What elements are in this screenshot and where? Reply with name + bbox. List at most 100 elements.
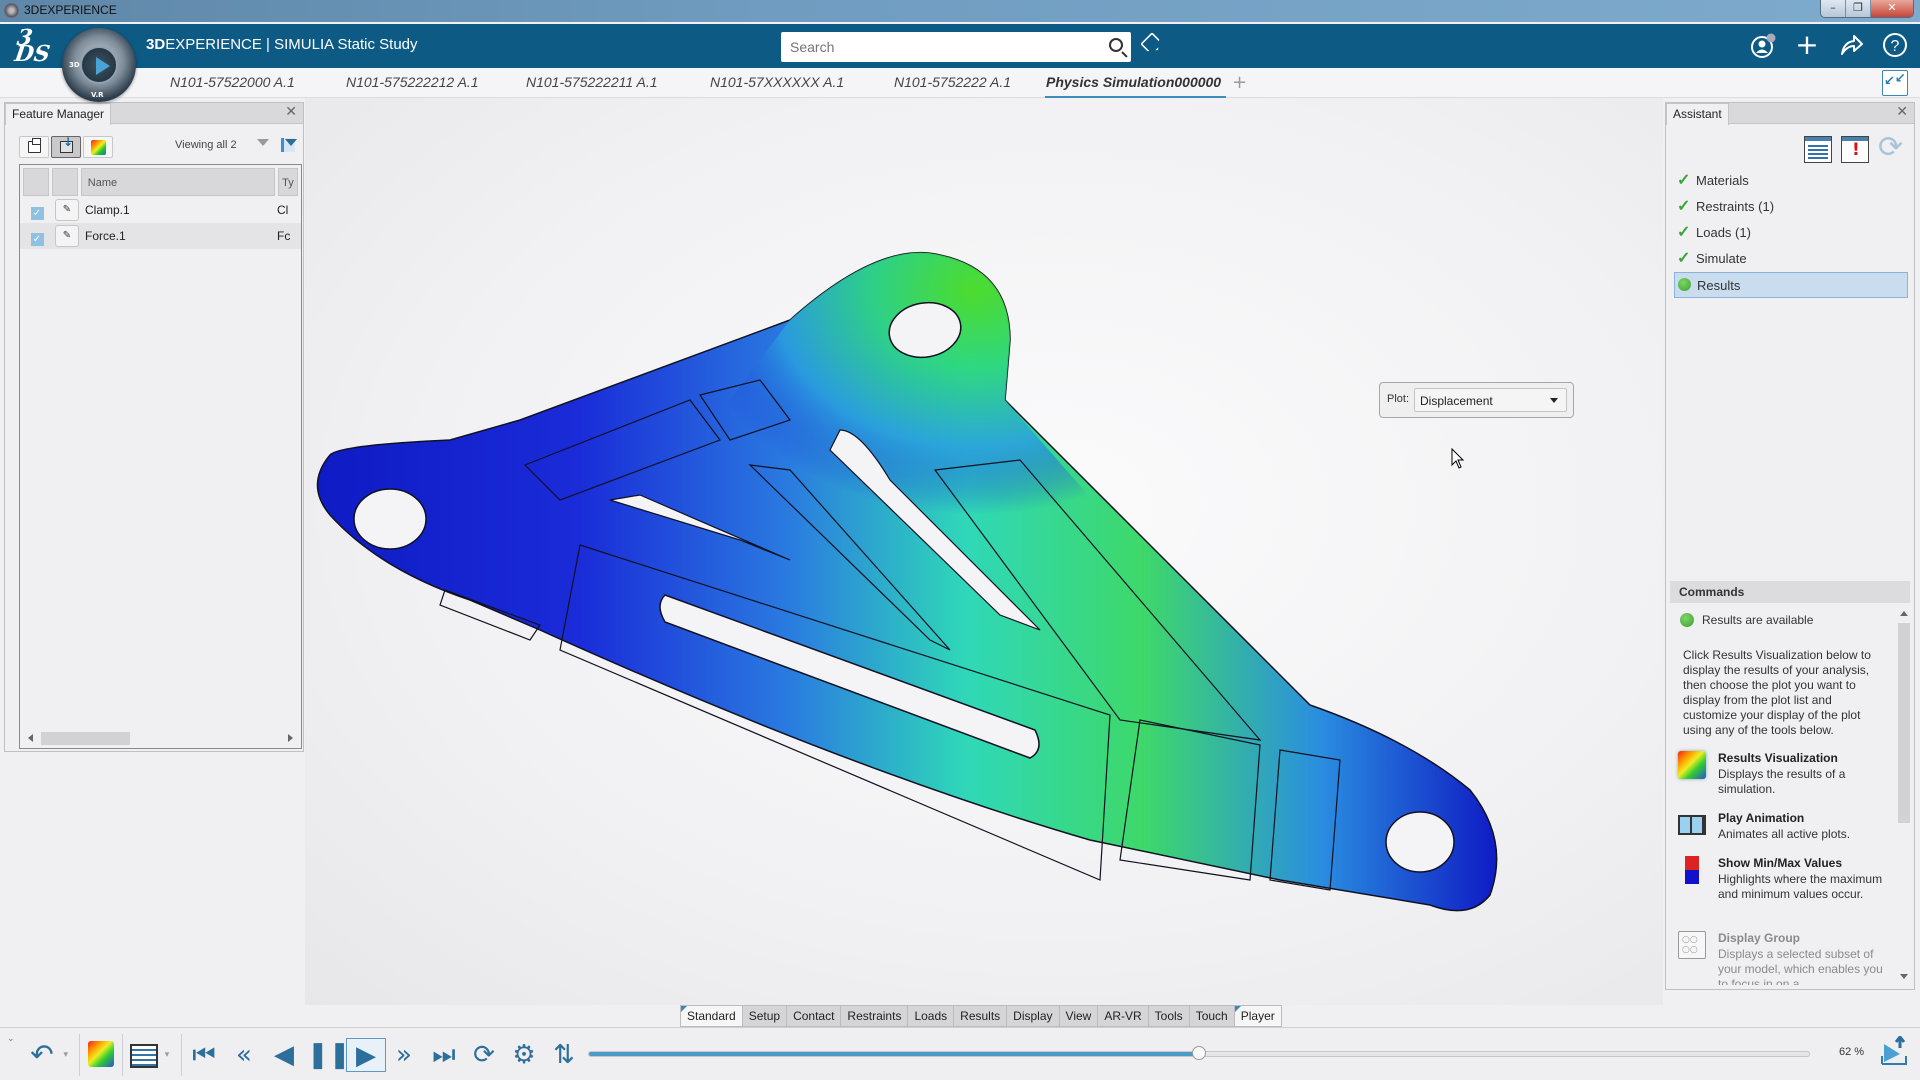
plot-label: Plot: (1387, 393, 1410, 405)
horizontal-scrollbar[interactable] (20, 730, 301, 748)
tab-touch[interactable]: Touch (1188, 1005, 1234, 1027)
tab-view[interactable]: View (1058, 1005, 1098, 1027)
tab-document[interactable]: N101-57522000 A.1 (170, 74, 295, 90)
dropdown-caret-icon[interactable]: ▾ (160, 1038, 174, 1072)
export-icon[interactable] (1880, 1034, 1908, 1066)
close-icon[interactable]: ✕ (1896, 104, 1908, 120)
collapse-view-button[interactable] (1882, 70, 1908, 96)
column-header-name[interactable]: Name (80, 168, 276, 196)
add-icon[interactable]: + (1793, 31, 1821, 59)
step-restraints[interactable]: ✓ Restraints (1) (1674, 194, 1908, 220)
close-window-button[interactable]: ✕ (1871, 0, 1913, 17)
tab-player[interactable]: Player (1233, 1005, 1282, 1027)
alert-icon[interactable] (1841, 136, 1869, 163)
compass-center[interactable] (80, 46, 118, 84)
tab-document[interactable]: N101-5752222 A.1 (894, 74, 1011, 90)
refresh-icon[interactable] (1878, 130, 1906, 165)
edit-button[interactable]: ✎ (55, 225, 79, 247)
plot-dropdown[interactable]: Displacement (1414, 388, 1567, 412)
compass-widget[interactable]: 3D V.R (62, 28, 136, 102)
help-icon[interactable]: ? (1881, 32, 1909, 65)
vertical-scrollbar[interactable] (1898, 607, 1910, 985)
step-back-button[interactable]: ◀ (268, 1038, 300, 1072)
column-header-edit[interactable] (51, 168, 78, 196)
scroll-left-icon[interactable] (28, 734, 33, 742)
active-filter-icon[interactable] (281, 138, 297, 152)
fixture-view-button[interactable] (51, 135, 81, 158)
row-checkbox[interactable]: ✓ (23, 227, 51, 246)
results-view-button[interactable] (83, 136, 113, 158)
add-tab-button[interactable]: + (1232, 72, 1247, 93)
skip-to-end-button[interactable]: ⏭ (428, 1038, 460, 1072)
tag-icon[interactable] (1140, 32, 1164, 56)
loop-button[interactable]: ⟳ (468, 1038, 500, 1072)
tab-document[interactable]: N101-575222211 A.1 (526, 74, 658, 90)
chevron-down-icon[interactable]: ⌄ (7, 1034, 15, 1044)
close-icon[interactable]: ✕ (285, 104, 297, 120)
tab-tools[interactable]: Tools (1147, 1005, 1189, 1027)
column-header-check[interactable] (23, 168, 49, 196)
scroll-right-icon[interactable] (288, 734, 293, 742)
table-row[interactable]: ✓ ✎ Force.1 Fc (20, 223, 301, 249)
scrollbar-thumb[interactable] (1898, 623, 1910, 823)
tab-physics-simulation[interactable]: Physics Simulation000000 (1044, 74, 1227, 99)
bracket-model[interactable] (305, 98, 1663, 1005)
step-loads[interactable]: ✓ Loads (1) (1674, 220, 1908, 246)
scroll-down-icon[interactable] (1900, 974, 1908, 979)
step-materials[interactable]: ✓ Materials (1674, 168, 1908, 194)
tab-loads[interactable]: Loads (907, 1005, 954, 1027)
tab-standard[interactable]: Standard (680, 1005, 742, 1027)
ds-logo-icon[interactable]: 3 DS (13, 25, 53, 67)
fast-forward-button[interactable]: » (388, 1038, 420, 1072)
3d-viewport[interactable] (305, 98, 1663, 1005)
document-tabs: N101-57522000 A.1 N101-575222212 A.1 N10… (0, 68, 1920, 99)
tab-contact[interactable]: Contact (786, 1005, 841, 1027)
scroll-up-icon[interactable] (1900, 611, 1908, 616)
compass-3d-label[interactable]: 3D (69, 61, 80, 69)
edit-button[interactable]: ✎ (55, 199, 79, 221)
commands-list: Results are available Click Results Visu… (1670, 603, 1890, 985)
tab-results[interactable]: Results (953, 1005, 1007, 1027)
status-dot-icon (1680, 613, 1694, 627)
assistant-tab[interactable]: Assistant (1666, 103, 1729, 125)
feature-manager-toolbar (19, 135, 113, 158)
rewind-button[interactable]: « (228, 1038, 260, 1072)
minimize-button[interactable]: – (1821, 0, 1846, 17)
table-view-button[interactable] (130, 1044, 158, 1068)
step-results[interactable]: Results (1674, 272, 1908, 298)
min-max-icon (1685, 856, 1699, 884)
share-icon[interactable] (1837, 32, 1865, 65)
restore-button[interactable]: ❐ (1846, 0, 1871, 17)
tab-restraints[interactable]: Restraints (840, 1005, 908, 1027)
results-visualization-button[interactable] (88, 1041, 114, 1067)
skip-to-start-button[interactable]: ⏮ (188, 1038, 220, 1072)
tab-document[interactable]: N101-57XXXXXX A.1 (710, 74, 844, 90)
search-icon[interactable] (1109, 38, 1123, 52)
feature-manager-tab[interactable]: Feature Manager (5, 103, 112, 125)
tab-setup[interactable]: Setup (741, 1005, 787, 1027)
table-row[interactable]: ✓ ✎ Clamp.1 Cl (20, 197, 301, 223)
settings-gear-button[interactable]: ⚙ (508, 1038, 540, 1072)
tab-ar-vr[interactable]: AR-VR (1097, 1005, 1148, 1027)
tab-display[interactable]: Display (1006, 1005, 1059, 1027)
slider-handle[interactable] (1192, 1046, 1206, 1060)
pause-button[interactable]: ❚❚ (307, 1038, 351, 1072)
commands-description: Click Results Visualization below to dis… (1683, 648, 1871, 737)
undo-button[interactable]: ↶ ▾ (26, 1038, 68, 1072)
play-button[interactable]: ▶ (346, 1038, 386, 1072)
column-header-type[interactable]: Ty (278, 168, 299, 196)
tab-document[interactable]: N101-575222212 A.1 (346, 74, 479, 90)
search-input[interactable] (781, 32, 1081, 62)
user-profile-icon[interactable] (1750, 32, 1778, 67)
animation-slider[interactable] (588, 1046, 1810, 1060)
scrollbar-thumb[interactable] (41, 732, 130, 745)
compass-vr-label[interactable]: V.R (91, 91, 104, 99)
dropdown-caret-icon[interactable]: ▾ (63, 1038, 68, 1072)
filter-icon[interactable] (257, 138, 271, 152)
list-view-icon[interactable] (1804, 136, 1832, 163)
check-icon: ✓ (30, 232, 44, 246)
step-simulate[interactable]: ✓ Simulate (1674, 246, 1908, 272)
swap-direction-button[interactable]: ⇅ (548, 1038, 580, 1072)
part-view-button[interactable] (19, 136, 49, 158)
row-checkbox[interactable]: ✓ (23, 201, 51, 220)
